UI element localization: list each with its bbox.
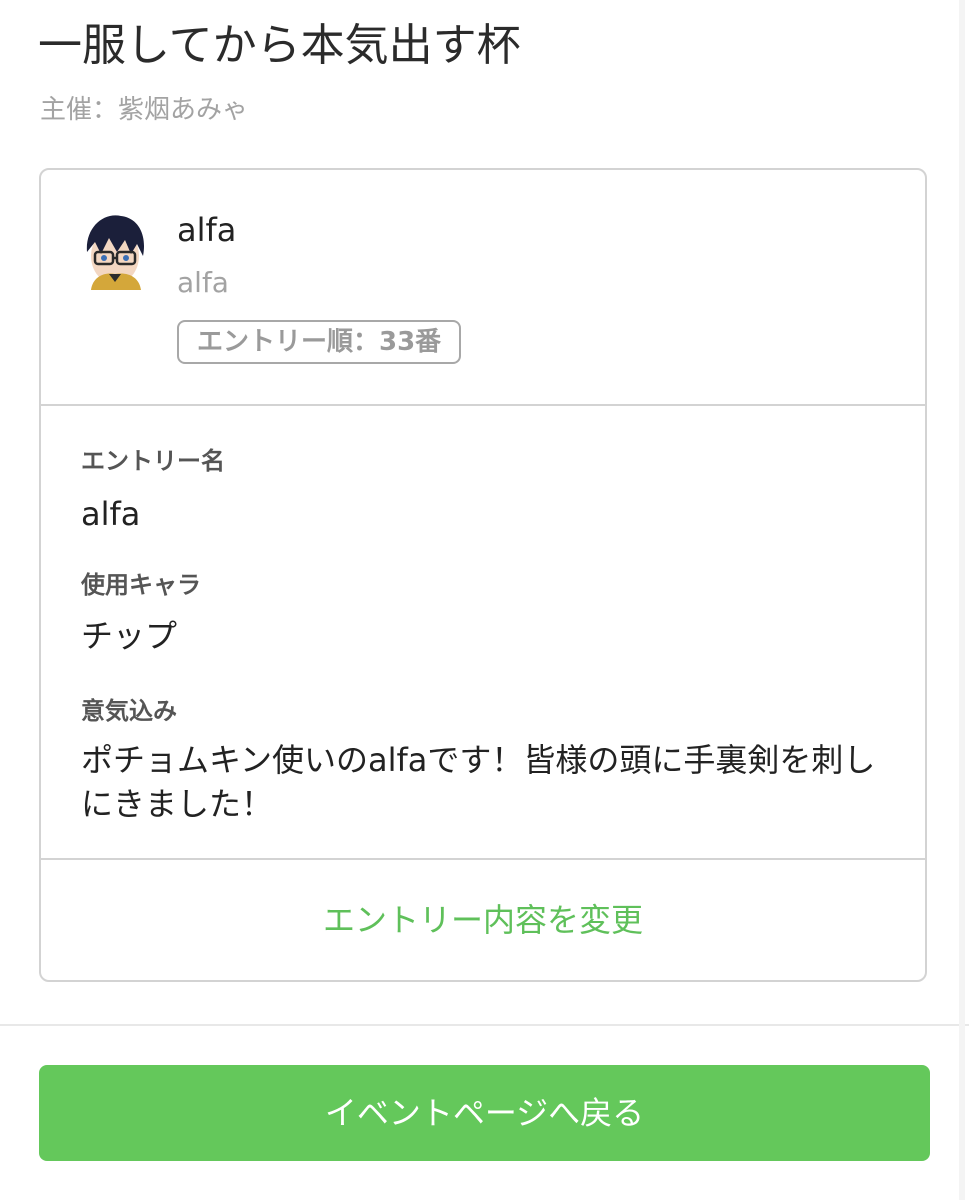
entry-card: alfa alfa エントリー順：33番 エントリー名 alfa 使用キャラ チ… — [39, 168, 927, 982]
back-to-event-button[interactable]: イベントページへ戻る — [39, 1065, 930, 1161]
edit-entry-link[interactable]: エントリー内容を変更 — [41, 860, 925, 980]
comment-value: ポチョムキン使いのalfaです！皆様の頭に手裏剣を刺しにきました！ — [81, 741, 876, 823]
character-label: 使用キャラ — [81, 571, 201, 599]
entry-name-value: alfa — [81, 495, 141, 533]
user-avatar-icon — [81, 210, 147, 290]
scrollbar[interactable] — [959, 0, 965, 1200]
entry-name-label: エントリー名 — [81, 447, 225, 475]
page: 一服してから本気出す杯 主催：紫烟あみゃ alfa alfa エントリー順：33… — [0, 0, 969, 1200]
entry-user-id: alfa — [177, 266, 229, 299]
entry-display-name: alfa — [177, 211, 237, 249]
character-value: チップ — [81, 617, 178, 655]
section-divider — [0, 1024, 969, 1026]
comment-label: 意気込み — [81, 697, 177, 725]
event-title: 一服してから本気出す杯 — [38, 20, 521, 71]
entry-details: エントリー名 alfa 使用キャラ チップ 意気込み ポチョムキン使いのalfa… — [41, 406, 925, 860]
organizer-label: 主催：紫烟あみゃ — [40, 95, 249, 125]
entry-profile: alfa alfa エントリー順：33番 — [41, 170, 925, 406]
entry-order-badge: エントリー順：33番 — [177, 320, 462, 364]
